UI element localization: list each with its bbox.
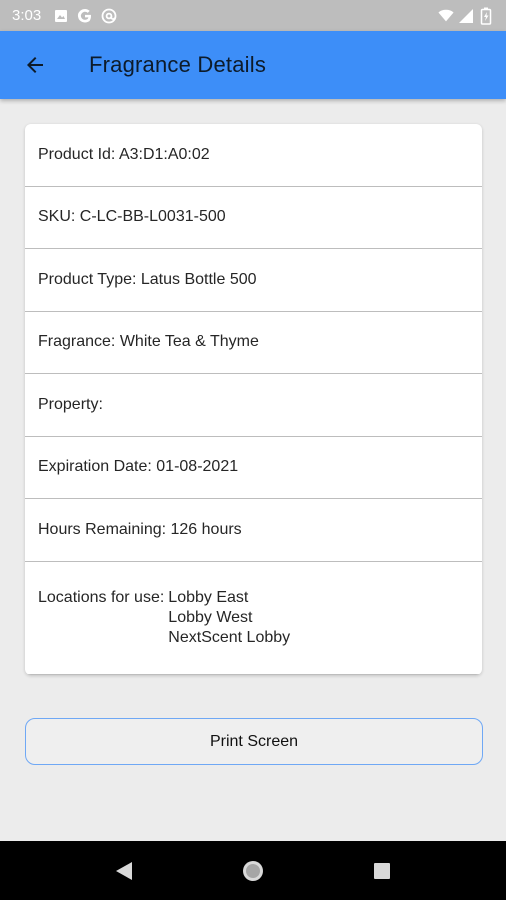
location-item: Lobby West — [168, 608, 253, 626]
status-time: 3:03 — [12, 7, 42, 24]
image-icon — [53, 8, 69, 24]
status-left: 3:03 — [12, 7, 117, 24]
home-circle-icon — [242, 860, 263, 881]
app-bar: Fragrance Details — [0, 31, 506, 99]
product-id-row: Product Id: A3:D1:A0:02 — [25, 124, 482, 187]
locations-row: Locations for use: Lobby East Lobby West… — [25, 562, 482, 675]
nav-home-button[interactable] — [233, 851, 273, 891]
print-screen-button[interactable]: Print Screen — [25, 718, 483, 765]
expiration-date-row: Expiration Date: 01-08-2021 — [25, 437, 482, 499]
nav-recents-button[interactable] — [362, 851, 402, 891]
back-triangle-icon — [116, 861, 133, 880]
status-right — [438, 7, 494, 25]
product-type-row: Product Type: Latus Bottle 500 — [25, 249, 482, 312]
page-title: Fragrance Details — [89, 52, 267, 77]
location-item: NextScent Lobby — [168, 628, 291, 646]
battery-icon — [478, 7, 494, 25]
locations-list: Lobby East Lobby West NextScent Lobby — [168, 588, 290, 648]
sku-row: SKU: C-LC-BB-L0031-500 — [25, 187, 482, 249]
system-nav-bar — [0, 841, 506, 900]
back-button[interactable] — [15, 45, 55, 85]
location-item: Lobby East — [168, 588, 249, 606]
recents-square-icon — [373, 862, 390, 879]
locations-label: Locations for use: — [38, 588, 165, 606]
at-sign-icon — [101, 8, 117, 24]
google-g-icon — [77, 8, 93, 24]
status-bar: 3:03 — [0, 0, 506, 31]
fragrance-row: Fragrance: White Tea & Thyme — [25, 312, 482, 374]
wifi-icon — [438, 8, 454, 24]
hours-remaining-row: Hours Remaining: 126 hours — [25, 499, 482, 562]
arrow-left-icon — [27, 57, 43, 73]
signal-icon — [458, 8, 474, 24]
nav-back-button[interactable] — [104, 851, 144, 891]
property-row: Property: — [25, 374, 482, 437]
details-card: Product Id: A3:D1:A0:02 SKU: C-LC-BB-L00… — [25, 124, 482, 675]
